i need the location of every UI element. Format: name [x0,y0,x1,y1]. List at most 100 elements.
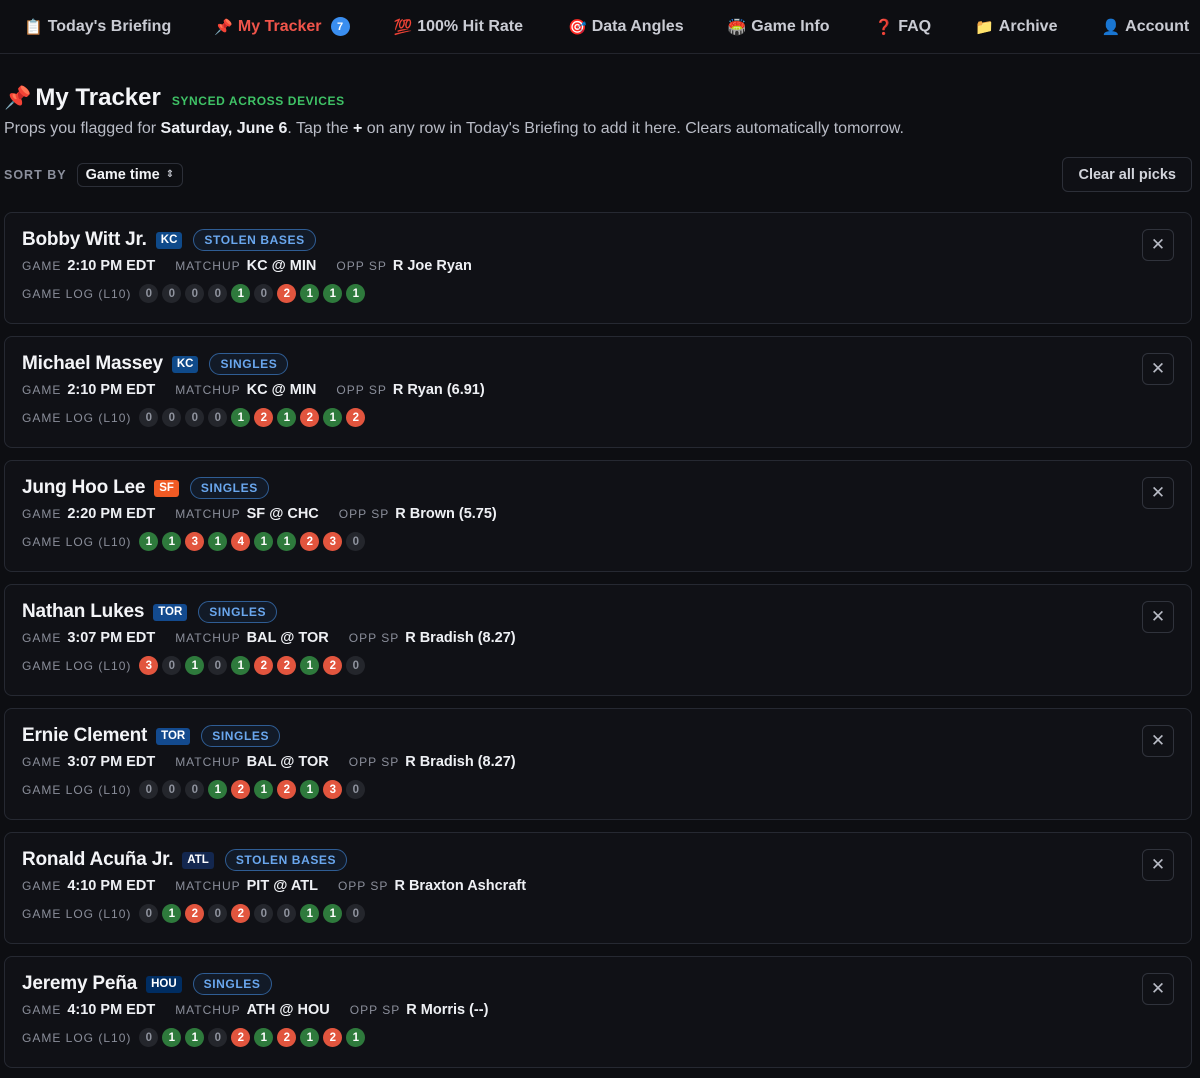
game-log-pill: 3 [139,656,159,675]
nav-tab-my-tracker[interactable]: 📌 My Tracker 7 [210,0,353,54]
game-log-pill: 1 [300,656,320,675]
game-log-pill: 1 [254,780,274,799]
desc-plus: + [352,120,363,137]
nav-tab-faq[interactable]: ❓ FAQ [871,0,936,54]
game-time: 2:10 PM EDT [67,258,156,274]
nav-tab-100-hit-rate[interactable]: 💯 100% Hit Rate [390,0,528,54]
clear-all-button[interactable]: Clear all picks [1062,157,1192,192]
game-label: GAME [22,631,62,645]
game-label: GAME [22,755,62,769]
player-name: Jeremy Peña [22,973,138,994]
game-log-pill: 1 [208,532,228,551]
game-log-row: GAME LOG (L10) 0 1 2 0 2 0 0 1 1 0 [22,904,1191,923]
opp-sp-label: OPP SP [348,631,400,645]
pick-card: Jeremy Peña HOU SINGLES GAME 4:10 PM EDT MATC… [4,956,1192,1068]
game-label: GAME [22,507,62,521]
game-log-pill: 0 [208,904,228,923]
game-log-label: GAME LOG (L10) [22,658,132,673]
pick-meta-row: GAME 2:20 PM EDT MATCHUP SF @ CHC OPP SP R Br… [22,506,1191,522]
nav-tab-game-info[interactable]: 🏟️ Game Info [724,0,834,54]
matchup-label: MATCHUP [175,507,241,521]
game-log-pill: 1 [254,1028,274,1047]
game-log-pill: 2 [323,1028,343,1047]
game-time: 2:20 PM EDT [67,506,156,522]
remove-pick-button[interactable]: ✕ [1142,849,1174,881]
nav-label: Game Info [751,17,830,35]
team-badge: SF [154,479,179,497]
matchup-value: KC @ MIN [246,258,317,274]
matchup-label: MATCHUP [175,259,241,273]
opp-sp-value: R Ryan (6.91) [392,382,485,398]
remove-pick-button[interactable]: ✕ [1142,229,1174,261]
matchup-value: ATH @ HOU [246,1002,330,1018]
tracker-header: 📌 My Tracker SYNCED ACROSS DEVICES Props… [0,54,1200,138]
matchup-label: MATCHUP [175,631,241,645]
game-log-pill: 0 [139,780,159,799]
game-log-pill: 2 [323,656,343,675]
opp-sp-value: R Bradish (8.27) [405,630,516,646]
game-log-label: GAME LOG (L10) [22,1030,132,1045]
nav-tab-account[interactable]: 👤 Account [1097,0,1193,54]
sort-select[interactable]: Game time ⇕ [76,162,184,187]
nav-tab-today-s-briefing[interactable]: 📋 Today's Briefing [20,0,175,54]
pick-meta-row: GAME 4:10 PM EDT MATCHUP ATH @ HOU OPP SP R M… [22,1002,1191,1018]
player-name: Nathan Lukes [22,601,145,622]
pick-meta-row: GAME 3:07 PM EDT MATCHUP BAL @ TOR OPP SP R B… [22,754,1191,770]
remove-pick-button[interactable]: ✕ [1142,477,1174,509]
desc-text: Props you flagged for [4,120,161,137]
pick-name-row: Ernie Clement TOR SINGLES [22,725,1191,747]
nav-icon: 👤 [1101,18,1121,36]
opp-sp-label: OPP SP [338,507,390,521]
game-log-pill: 1 [208,780,228,799]
game-log-pill: 1 [231,656,251,675]
game-log-pill: 1 [231,284,251,303]
nav-icon: 📌 [214,18,233,36]
game-time: 3:07 PM EDT [67,754,156,770]
nav-tab-archive[interactable]: 📁 Archive [971,0,1061,54]
game-log-pill: 0 [139,408,159,427]
remove-pick-button[interactable]: ✕ [1142,725,1174,757]
desc-text: on any row in Today's Briefing to add it… [362,120,904,137]
game-log-pill: 0 [185,780,205,799]
remove-pick-button[interactable]: ✕ [1142,353,1174,385]
nav-label: FAQ [898,17,932,35]
game-log-pill: 0 [139,1028,159,1047]
game-log-pill: 1 [162,1028,182,1047]
game-log-pill: 0 [162,284,182,303]
game-log-pill: 2 [231,1028,251,1047]
pick-card: Ernie Clement TOR SINGLES GAME 3:07 PM EDT MA… [4,708,1192,820]
game-log-pill: 2 [277,284,297,303]
game-log-pill: 0 [346,532,366,551]
matchup-label: MATCHUP [175,879,241,893]
pick-name-row: Bobby Witt Jr. KC STOLEN BASES [22,229,1191,251]
pick-card: Ronald Acuña Jr. ATL STOLEN BASES GAME 4:10 … [4,832,1192,944]
pick-name-row: Ronald Acuña Jr. ATL STOLEN BASES [22,849,1191,871]
opp-sp-value: R Morris (--) [406,1002,489,1018]
nav-tab-data-angles[interactable]: 🎯 Data Angles [564,0,688,54]
matchup-value: PIT @ ATL [246,878,318,894]
pin-icon: 📌 [4,85,32,110]
desc-text: . Tap the [287,120,353,137]
game-log-pill: 0 [185,408,205,427]
nav-icon: 📋 [24,18,43,36]
nav-icon: 📁 [975,18,994,36]
game-log-pill: 0 [277,904,297,923]
player-name: Jung Hoo Lee [22,477,146,498]
game-log-pill: 1 [185,656,205,675]
team-badge: TOR [156,727,191,745]
picks-list: Bobby Witt Jr. KC STOLEN BASES GAME 2:10 PM … [0,192,1200,1068]
game-log-label: GAME LOG (L10) [22,286,132,301]
prop-type-badge: STOLEN BASES [193,229,316,251]
nav-icon: ❓ [874,18,894,36]
prop-type-badge: SINGLES [198,601,278,623]
game-log-pill: 1 [300,284,320,303]
game-log-row: GAME LOG (L10) 1 1 3 1 4 1 1 2 3 0 [22,532,1191,551]
game-log-pill: 0 [162,656,182,675]
remove-pick-button[interactable]: ✕ [1142,601,1174,633]
game-log-pill: 0 [139,904,159,923]
chevron-updown-icon: ⇕ [165,169,175,180]
game-label: GAME [22,259,62,273]
remove-pick-button[interactable]: ✕ [1142,973,1174,1005]
game-label: GAME [22,383,62,397]
pick-meta-row: GAME 2:10 PM EDT MATCHUP KC @ MIN OPP SP R Ry… [22,382,1191,398]
